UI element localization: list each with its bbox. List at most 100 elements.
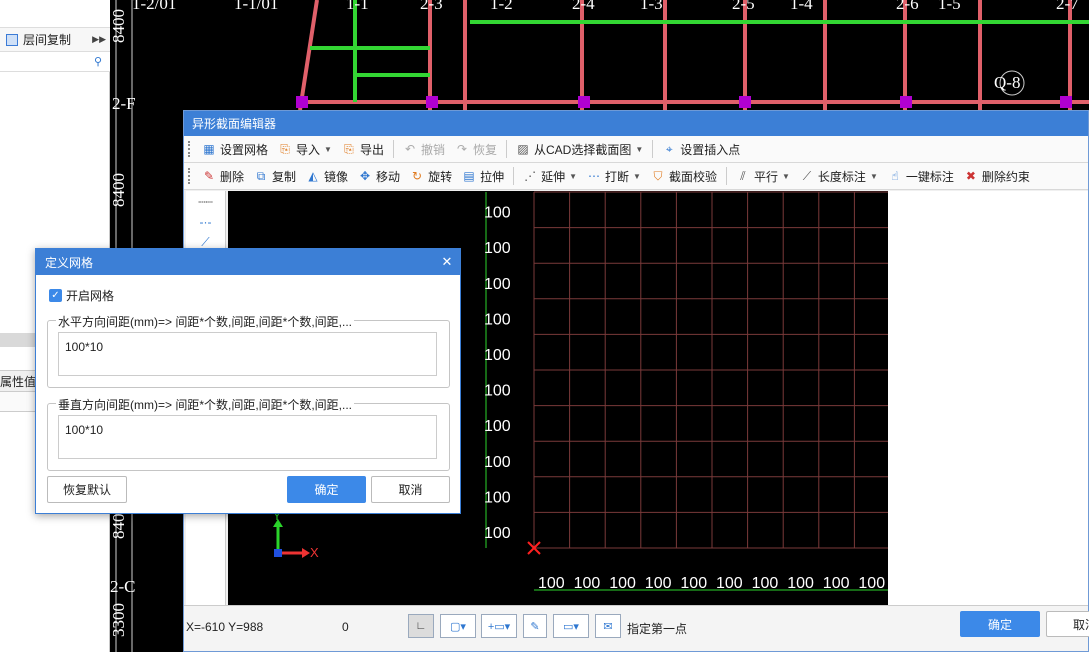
mirror-button[interactable]: ◭ 镜像 — [301, 165, 353, 187]
chevron-down-icon: ▼ — [782, 171, 790, 181]
remove-constraint-button[interactable]: ✖ 删除约束 — [959, 165, 1035, 187]
display-toggle-icon[interactable]: ▭▾ — [553, 614, 589, 638]
cad-axis-label: 1-1 — [346, 0, 369, 13]
floor-copy-item[interactable]: 层间复制 ▶▶ — [0, 28, 110, 52]
cad-axis-label: 2-3 — [420, 0, 443, 13]
track-toggle-icon[interactable]: +▭▾ — [481, 614, 517, 638]
undo-button[interactable]: ↶ 撤销 — [398, 138, 450, 160]
y-dimension-label: 100 — [484, 347, 511, 364]
close-icon[interactable]: ✕ — [434, 254, 460, 270]
editor-toolbar-2: ✎ 删除 ⧉ 复制 ◭ 镜像 ✥ 移动 ↻ 旋转 ▤ 拉伸 ⋰ 延伸 ▼ ⋯ 打断 ▼ ⛉ 截面校验 … — [184, 163, 1088, 190]
pen-tool-icon[interactable]: ✎ — [523, 614, 547, 638]
eraser-icon: ✎ — [203, 169, 215, 183]
x-dimension-label: 100 — [609, 575, 636, 592]
y-dimension-label: 100 — [484, 454, 511, 471]
break-button[interactable]: ⋯ 打断 ▼ — [582, 165, 646, 187]
editor-ok-button[interactable]: 确定 — [960, 611, 1040, 637]
stretch-icon: ▤ — [463, 169, 475, 183]
cad-axis-label: 1-5 — [938, 0, 961, 13]
export-button[interactable]: ⎘ 导出 — [337, 138, 389, 160]
cad-row-label: 2-C — [110, 577, 136, 596]
parallel-button[interactable]: ⫽ 平行 ▼ — [731, 165, 795, 187]
rotate-icon: ↻ — [412, 169, 423, 183]
horizontal-spacing-group: 水平方向间距(mm)=> 间距*个数,间距,间距*个数,间距,... 100*1… — [47, 313, 450, 388]
grid-cancel-button[interactable]: 取消 — [371, 476, 450, 503]
attr-value-label: 属性值 — [0, 374, 37, 389]
cad-axis-label: 1-1/01 — [234, 0, 279, 13]
toolbar-grip[interactable] — [188, 141, 191, 157]
define-grid-title-bar: 定义网格 ✕ — [36, 249, 460, 275]
y-dimension-label: 100 — [484, 276, 511, 293]
y-dimension-label: 100 — [484, 240, 511, 257]
stretch-button[interactable]: ▤ 拉伸 — [457, 165, 509, 187]
one-key-dim-button[interactable]: ☝ 一键标注 — [883, 165, 959, 187]
y-dimension-label: 100 — [484, 205, 511, 222]
toolbar-grip[interactable] — [188, 168, 191, 184]
extend-button[interactable]: ⋰ 延伸 ▼ — [518, 165, 582, 187]
snap-toggle-icon[interactable]: ▢▾ — [440, 614, 476, 638]
copy-button[interactable]: ⧉ 复制 — [249, 165, 301, 187]
chevron-down-icon: ▼ — [324, 144, 332, 154]
editor-cancel-button[interactable]: 取消 — [1046, 611, 1089, 637]
delete-button[interactable]: ✎ 删除 — [197, 165, 249, 187]
ortho-toggle-icon[interactable]: ∟ — [408, 614, 434, 638]
import-icon: ⎘ — [280, 142, 290, 156]
extend-icon: ⋰ — [524, 169, 537, 183]
ucs-x-arrowhead — [302, 548, 310, 558]
x-dimension-label: 100 — [787, 575, 814, 592]
parallel-icon: ⫽ — [740, 169, 746, 183]
cad-axis-label: 2-4 — [572, 0, 595, 13]
define-grid-dialog: 定义网格 ✕ ✓ 开启网格 水平方向间距(mm)=> 间距*个数,间距,间距*个… — [35, 248, 461, 514]
chevron-down-icon: ▼ — [869, 171, 878, 181]
grid-icon: ▦ — [203, 142, 215, 156]
copy-icon: ⧉ — [256, 169, 266, 183]
length-dim-button[interactable]: ⟋ 长度标注 ▼ — [795, 165, 883, 187]
chevron-down-icon: ▼ — [569, 171, 578, 181]
define-grid-title: 定义网格 — [45, 255, 94, 270]
rotate-button[interactable]: ↻ 旋转 — [405, 165, 457, 187]
move-button[interactable]: ✥ 移动 — [353, 165, 405, 187]
move-icon: ✥ — [360, 169, 371, 183]
cad-dim-label: 8400 — [109, 173, 128, 207]
vertical-spacing-input[interactable]: 100*10 — [58, 415, 437, 459]
cad-axis-label: 1-2 — [490, 0, 513, 13]
set-insert-point-button[interactable]: ⌖ 设置插入点 — [657, 138, 745, 160]
floor-copy-icon — [6, 33, 18, 46]
dotted-line-tool[interactable]: ┈┈ — [191, 193, 221, 211]
right-blank-panel — [888, 191, 1088, 607]
set-grid-button[interactable]: ▦ 设置网格 — [197, 138, 273, 160]
editor-toolbar-1: ▦ 设置网格 ⎘ 导入 ▼ ⎘ 导出 ↶ 撤销 ↷ 恢复 ▨ 从CAD选择截面图 ▼ ⌖ 设置插入… — [184, 136, 1088, 163]
vertical-spacing-group: 垂直方向间距(mm)=> 间距*个数,间距,间距*个数,间距,... 100*1… — [47, 396, 450, 471]
cad-axis-label: 1-4 — [790, 0, 813, 13]
import-button[interactable]: ⎘ 导入 ▼ — [273, 138, 337, 160]
point-tool-icon[interactable]: -·- — [191, 213, 221, 231]
editor-status-bar: X=-610 Y=988 0 ∟ ▢▾ +▭▾ ✎ ▭▾ ✉ 指定第一点 确定 … — [184, 605, 1089, 651]
remove-constraint-icon: ✖ — [965, 169, 976, 183]
left-search-input[interactable]: ⚲ — [0, 52, 110, 72]
cad-axis-label: 1-2/01 — [132, 0, 177, 13]
dimension-icon: ⟋ — [802, 169, 812, 183]
y-dimension-label: 100 — [484, 418, 511, 435]
restore-default-button[interactable]: 恢复默认 — [47, 476, 127, 503]
chevron-down-icon: ▼ — [633, 171, 641, 181]
redo-button[interactable]: ↷ 恢复 — [450, 138, 502, 160]
horizontal-spacing-input[interactable]: 100*10 — [58, 332, 437, 376]
grid-ok-button[interactable]: 确定 — [287, 476, 366, 503]
annotation-tool-icon[interactable]: ✉ — [595, 614, 621, 638]
select-from-cad-button[interactable]: ▨ 从CAD选择截面图 ▼ — [511, 138, 648, 160]
mirror-icon: ◭ — [308, 169, 318, 183]
y-dimension-label: 100 — [484, 311, 511, 328]
shield-icon: ⛉ — [653, 169, 663, 183]
chevron-down-icon: ▼ — [635, 144, 644, 154]
insert-point-icon: ⌖ — [665, 142, 673, 156]
cad-q-label: Q-8 — [994, 73, 1021, 92]
section-check-button[interactable]: ⛉ 截面校验 — [646, 165, 722, 187]
undo-icon: ↶ — [404, 142, 415, 156]
break-icon: ⋯ — [588, 169, 601, 183]
y-dimension-label: 100 — [484, 489, 511, 506]
section-editor-title: 异形截面编辑器 — [184, 111, 1088, 136]
cad-row-label: 2-F — [112, 94, 136, 113]
search-icon: ⚲ — [93, 56, 102, 68]
checkbox-checked-icon: ✓ — [49, 289, 62, 302]
enable-grid-checkbox[interactable]: ✓ 开启网格 — [49, 287, 114, 304]
